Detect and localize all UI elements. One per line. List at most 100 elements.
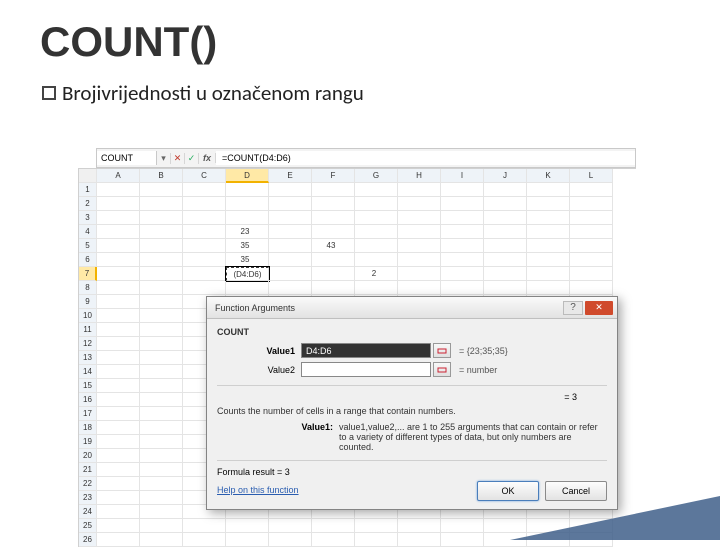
cell[interactable] — [97, 505, 140, 519]
row-header[interactable]: 12 — [79, 337, 97, 351]
cell[interactable] — [140, 449, 183, 463]
column-header[interactable]: C — [183, 169, 226, 183]
cell[interactable] — [484, 281, 527, 295]
cell[interactable] — [570, 197, 613, 211]
cell[interactable] — [355, 533, 398, 547]
row-header[interactable]: 6 — [79, 253, 97, 267]
cell[interactable] — [140, 533, 183, 547]
cell[interactable] — [140, 183, 183, 197]
cell[interactable] — [527, 281, 570, 295]
cell[interactable] — [140, 477, 183, 491]
cell[interactable] — [97, 183, 140, 197]
cell[interactable] — [355, 183, 398, 197]
cell[interactable] — [527, 183, 570, 197]
cell[interactable]: (D4:D6) — [226, 267, 269, 281]
cell[interactable]: 35 — [226, 239, 269, 253]
column-header[interactable]: I — [441, 169, 484, 183]
cell[interactable] — [312, 211, 355, 225]
column-header[interactable]: K — [527, 169, 570, 183]
cell[interactable] — [441, 197, 484, 211]
arg1-input[interactable]: D4:D6 — [301, 343, 431, 358]
cell[interactable] — [183, 253, 226, 267]
cell[interactable] — [183, 519, 226, 533]
cell[interactable] — [441, 267, 484, 281]
fx-icon[interactable]: fx — [199, 153, 216, 163]
cell[interactable] — [269, 239, 312, 253]
cell[interactable] — [97, 197, 140, 211]
cell[interactable] — [97, 337, 140, 351]
cell[interactable] — [183, 267, 226, 281]
row-header[interactable]: 23 — [79, 491, 97, 505]
cell[interactable] — [140, 505, 183, 519]
cell[interactable] — [97, 225, 140, 239]
cell[interactable] — [97, 239, 140, 253]
cell[interactable] — [226, 183, 269, 197]
row-header[interactable]: 13 — [79, 351, 97, 365]
cell[interactable] — [140, 379, 183, 393]
cell[interactable] — [140, 225, 183, 239]
cell[interactable] — [269, 267, 312, 281]
cell[interactable] — [97, 379, 140, 393]
cell[interactable] — [183, 183, 226, 197]
cell[interactable] — [398, 281, 441, 295]
cell[interactable] — [97, 393, 140, 407]
cell[interactable] — [97, 477, 140, 491]
row-header[interactable]: 7 — [79, 267, 97, 281]
cell[interactable] — [570, 225, 613, 239]
cell[interactable] — [97, 267, 140, 281]
cell[interactable] — [484, 239, 527, 253]
cancel-formula-icon[interactable]: ✕ — [171, 153, 185, 164]
cell[interactable] — [97, 449, 140, 463]
collapse-dialog-icon[interactable] — [433, 362, 451, 377]
select-all-corner[interactable] — [79, 169, 97, 183]
cell[interactable] — [183, 533, 226, 547]
cell[interactable] — [484, 253, 527, 267]
cell[interactable] — [269, 197, 312, 211]
cell[interactable] — [97, 365, 140, 379]
cell[interactable] — [441, 211, 484, 225]
cell[interactable] — [312, 281, 355, 295]
row-header[interactable]: 8 — [79, 281, 97, 295]
column-header[interactable]: A — [97, 169, 140, 183]
row-header[interactable]: 9 — [79, 295, 97, 309]
close-icon[interactable]: ✕ — [585, 301, 613, 315]
help-link[interactable]: Help on this function — [217, 485, 299, 495]
cell[interactable] — [140, 519, 183, 533]
cell[interactable] — [398, 211, 441, 225]
cell[interactable] — [140, 323, 183, 337]
cell[interactable] — [140, 365, 183, 379]
cell[interactable] — [97, 407, 140, 421]
cell[interactable] — [570, 253, 613, 267]
cell[interactable] — [226, 197, 269, 211]
row-header[interactable]: 20 — [79, 449, 97, 463]
cell[interactable] — [355, 281, 398, 295]
cell[interactable] — [312, 197, 355, 211]
cell[interactable] — [97, 295, 140, 309]
row-header[interactable]: 17 — [79, 407, 97, 421]
cell[interactable] — [312, 253, 355, 267]
cell[interactable] — [312, 533, 355, 547]
row-header[interactable]: 21 — [79, 463, 97, 477]
cell[interactable] — [226, 519, 269, 533]
cell[interactable] — [398, 533, 441, 547]
cell[interactable] — [269, 519, 312, 533]
cell[interactable] — [140, 337, 183, 351]
cell[interactable] — [570, 281, 613, 295]
cell[interactable] — [570, 267, 613, 281]
row-header[interactable]: 19 — [79, 435, 97, 449]
cell[interactable] — [140, 491, 183, 505]
cell[interactable] — [140, 351, 183, 365]
collapse-dialog-icon[interactable] — [433, 343, 451, 358]
cell[interactable] — [140, 239, 183, 253]
row-header[interactable]: 25 — [79, 519, 97, 533]
cell[interactable]: 35 — [226, 253, 269, 267]
row-header[interactable]: 4 — [79, 225, 97, 239]
name-box-dropdown-icon[interactable]: ▾ — [157, 153, 171, 164]
cell[interactable] — [269, 183, 312, 197]
column-header[interactable]: D — [226, 169, 269, 183]
row-header[interactable]: 14 — [79, 365, 97, 379]
row-header[interactable]: 3 — [79, 211, 97, 225]
cell[interactable] — [140, 295, 183, 309]
cell[interactable] — [441, 253, 484, 267]
cell[interactable] — [355, 239, 398, 253]
